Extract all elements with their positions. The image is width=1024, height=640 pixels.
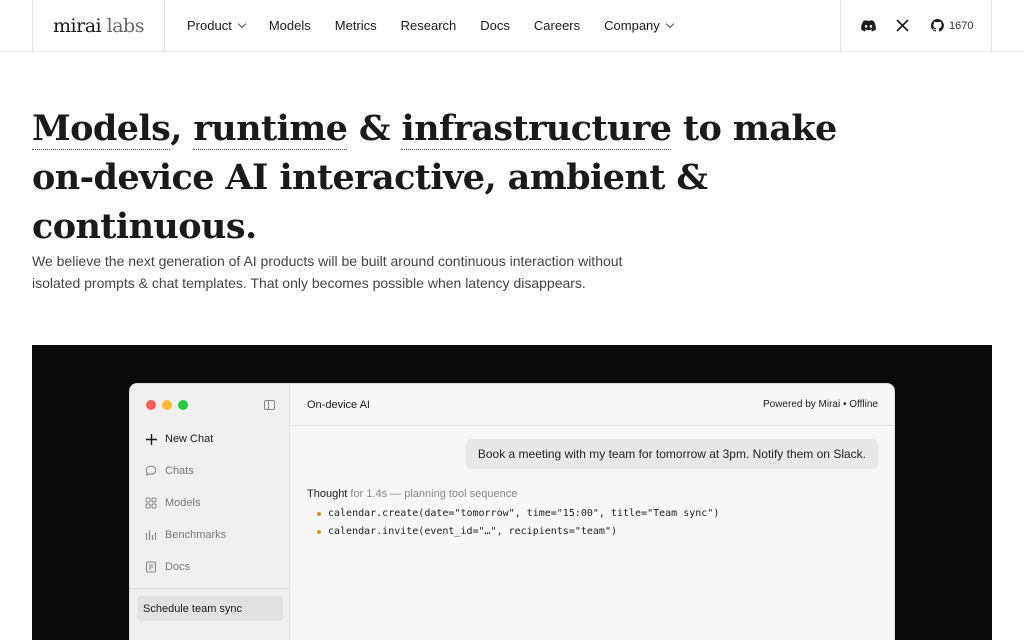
tool-call-line: calendar.invite(event_id="…", recipients… [317, 526, 617, 537]
logo-suffix: labs [101, 14, 145, 37]
nav-careers[interactable]: Careers [534, 18, 580, 33]
chat-bubble-icon [144, 464, 158, 478]
thought-meta: for 1.4s — planning tool sequence [347, 488, 518, 500]
headline-line-2: on-device AI interactive, ambient & cont… [32, 157, 708, 247]
nav-metrics[interactable]: Metrics [335, 18, 377, 33]
sidebar-item-new-chat[interactable]: New Chat [144, 429, 213, 449]
nav-company-label: Company [604, 18, 660, 33]
nav-models[interactable]: Models [269, 18, 311, 33]
github-link[interactable]: 1670 [931, 19, 973, 32]
nav-metrics-label: Metrics [334, 18, 377, 33]
description-line-1: We believe the next generation of AI pro… [32, 253, 623, 269]
app-window: New Chat Chats Models Benchmarks Docs Sc… [129, 383, 895, 640]
github-icon [931, 19, 944, 32]
nav-docs-label: Docs [480, 18, 510, 33]
nav-links: Product Models Metrics Research Docs Car… [187, 0, 697, 51]
recent-chat-item[interactable]: Schedule team sync [137, 596, 283, 621]
bar-chart-icon [144, 528, 158, 542]
hero-description: We believe the next generation of AI pro… [32, 250, 672, 294]
github-star-count: 1670 [949, 19, 974, 32]
top-nav: mirai labs Product Models Metrics Resear… [0, 0, 1024, 52]
discord-icon [861, 19, 876, 31]
headline-runtime-link[interactable]: runtime [193, 108, 348, 150]
chat-title: On-device AI [307, 398, 370, 411]
nav-research-label: Research [400, 18, 457, 33]
close-window-button[interactable] [146, 400, 156, 410]
headline-text: , [170, 108, 194, 149]
sidebar-item-label: Docs [165, 561, 191, 573]
sidebar-item-benchmarks[interactable]: Benchmarks [144, 525, 226, 545]
demo-stage: New Chat Chats Models Benchmarks Docs Sc… [32, 345, 992, 640]
headline-text: & [347, 108, 402, 149]
sidebar-item-label: Chats [165, 465, 194, 477]
minimize-window-button[interactable] [162, 400, 172, 410]
user-message-bubble: Book a meeting with my team for tomorrow… [465, 439, 878, 469]
x-icon [896, 19, 909, 32]
logo-link[interactable]: mirai labs [32, 0, 165, 51]
nav-docs[interactable]: Docs [480, 18, 510, 33]
nav-company[interactable]: Company [604, 18, 675, 33]
chevron-down-icon [237, 19, 247, 28]
sidebar-item-docs[interactable]: Docs [144, 557, 190, 577]
document-icon [144, 560, 158, 574]
grid-icon [144, 496, 158, 510]
sidebar-item-models[interactable]: Models [144, 493, 200, 513]
thought-summary[interactable]: Thought for 1.4s — planning tool sequenc… [307, 488, 517, 500]
sidebar-item-label: Benchmarks [165, 529, 227, 541]
description-line-2: isolated prompts & chat templates. That … [32, 275, 586, 291]
nav-product-label: Product [187, 18, 232, 33]
bullet-icon [317, 511, 321, 516]
headline-infrastructure-link[interactable]: infrastructure [401, 108, 672, 150]
sidebar-divider [130, 588, 290, 589]
nav-research[interactable]: Research [401, 18, 457, 33]
window-controls [146, 400, 188, 410]
headline-text: to make [671, 108, 837, 149]
tool-call-line: calendar.create(date="tomorrow", time="1… [317, 508, 719, 519]
nav-product[interactable]: Product [187, 18, 247, 33]
plus-icon [144, 432, 158, 446]
nav-models-label: Models [268, 18, 311, 33]
chat-header: On-device AI Powered by Mirai • Offline [291, 384, 894, 426]
hero-headline: Models, runtime & infrastructure to make… [32, 104, 932, 251]
chevron-down-icon [665, 19, 675, 28]
discord-link[interactable] [861, 19, 876, 32]
social-links: 1670 [840, 0, 992, 51]
logo-wordmark: mirai [53, 14, 102, 37]
app-sidebar: New Chat Chats Models Benchmarks Docs Sc… [130, 384, 290, 640]
tool-call-text: calendar.create(date="tomorrow", time="1… [328, 508, 720, 519]
nav-careers-label: Careers [533, 18, 581, 33]
sidebar-item-label: Models [165, 497, 201, 509]
maximize-window-button[interactable] [178, 400, 188, 410]
sidebar-item-label: New Chat [165, 433, 214, 445]
tool-call-text: calendar.invite(event_id="…", recipients… [328, 526, 617, 537]
status-badge: Powered by Mirai • Offline [762, 399, 878, 410]
x-link[interactable] [896, 19, 909, 32]
thought-label: Thought [307, 488, 348, 500]
headline-models-link[interactable]: Models [32, 108, 171, 150]
bullet-icon [317, 529, 321, 534]
logo: mirai labs [53, 15, 144, 37]
sidebar-item-chats[interactable]: Chats [144, 461, 194, 481]
sidebar-toggle-icon[interactable] [264, 400, 275, 410]
